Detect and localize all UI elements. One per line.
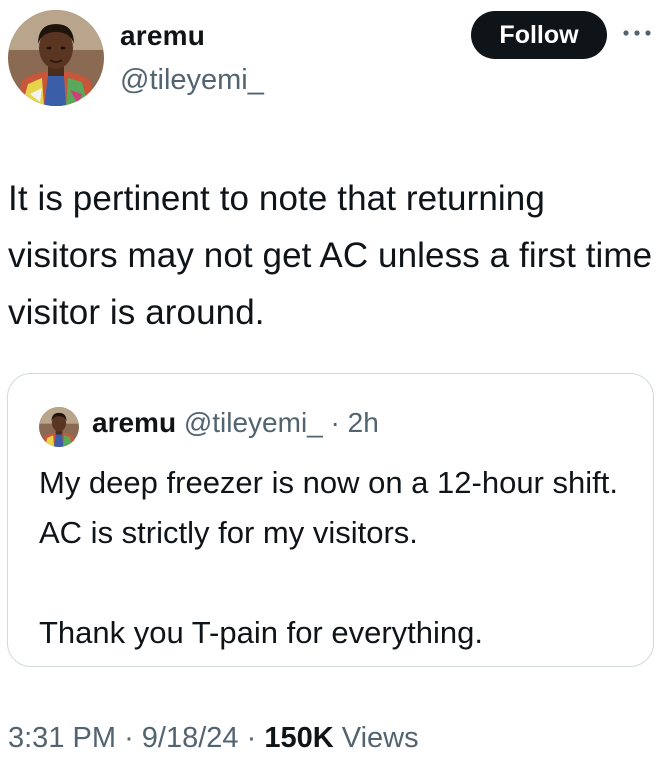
quoted-author-handle: @tileyemi_: [183, 407, 323, 438]
quoted-author-avatar-image: [39, 407, 79, 447]
author-avatar-image: [8, 10, 104, 106]
quoted-timestamp: 2h: [347, 407, 379, 438]
tweet-header: aremu @tileyemi_ Follow: [0, 0, 664, 120]
more-horizontal-icon[interactable]: [620, 26, 654, 40]
follow-button[interactable]: Follow: [471, 11, 607, 59]
quoted-paragraph: My deep freezer is now on a 12-hour shif…: [39, 465, 618, 550]
quoted-tweet-header: aremu @tileyemi_ · 2h: [92, 409, 379, 437]
tweet-meta: 3:31 PM · 9/18/24 · 150K Views: [8, 724, 419, 753]
quoted-tweet-text: My deep freezer is now on a 12-hour shif…: [39, 458, 639, 658]
quoted-author-name: aremu: [92, 407, 177, 438]
author-handle[interactable]: @tileyemi_: [120, 66, 264, 95]
views-count: 150K: [264, 722, 334, 754]
author-name[interactable]: aremu: [120, 22, 205, 50]
quoted-tweet-card[interactable]: aremu @tileyemi_ · 2h My deep freezer is…: [7, 373, 654, 667]
quoted-separator: ·: [330, 407, 340, 438]
tweet-time[interactable]: 3:31 PM: [8, 722, 116, 754]
quoted-author-avatar: [39, 407, 79, 447]
tweet-text: It is pertinent to note that returning v…: [8, 179, 653, 332]
tweet-date[interactable]: 9/18/24: [142, 722, 239, 754]
views-label: Views: [341, 722, 419, 754]
meta-separator: ·: [124, 722, 134, 754]
author-avatar[interactable]: [8, 10, 104, 106]
meta-separator: ·: [246, 722, 257, 754]
quoted-paragraph: Thank you T-pain for everything.: [39, 615, 484, 650]
